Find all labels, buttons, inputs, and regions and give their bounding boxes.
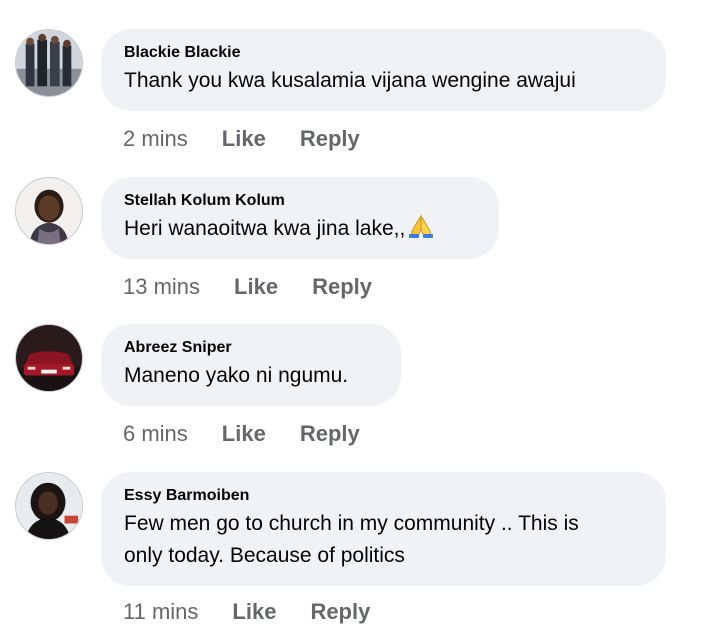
- reply-button[interactable]: Reply: [300, 125, 360, 153]
- comment-author[interactable]: Essy Barmoiben: [124, 486, 643, 506]
- avatar-photo-car: [16, 325, 82, 391]
- comment-bubble: Stellah Kolum Kolum Heri wanaoitwa kwa j…: [101, 177, 499, 259]
- like-button[interactable]: Like: [222, 125, 266, 153]
- like-button[interactable]: Like: [234, 273, 278, 301]
- avatar-photo-group: [16, 30, 82, 96]
- comment-timestamp[interactable]: 13 mins: [123, 273, 200, 301]
- avatar[interactable]: [15, 177, 83, 245]
- avatar-photo-woman: [16, 178, 82, 244]
- avatar-photo-woman: [16, 473, 82, 539]
- avatar[interactable]: [15, 472, 83, 540]
- comment-actions: 13 mins Like Reply: [123, 273, 372, 301]
- like-button[interactable]: Like: [222, 420, 266, 448]
- comment-bubble: Abreez Sniper Maneno yako ni ngumu.: [101, 324, 401, 406]
- reply-button[interactable]: Reply: [312, 273, 372, 301]
- comment-text: Heri wanaoitwa kwa jina lake,,: [124, 213, 476, 245]
- reply-button[interactable]: Reply: [300, 420, 360, 448]
- comment-text-content: Heri wanaoitwa kwa jina lake,,: [124, 217, 406, 240]
- comment-text: Maneno yako ni ngumu.: [124, 364, 349, 387]
- avatar[interactable]: [15, 29, 83, 97]
- comment-text-line: only today. Because of politics: [124, 544, 405, 567]
- comment-actions: 6 mins Like Reply: [123, 420, 360, 448]
- comment-author[interactable]: Blackie Blackie: [124, 43, 643, 63]
- comment-text-line: Few men go to church in my community .. …: [124, 512, 579, 535]
- comment-bubble: Blackie Blackie Thank you kwa kusalamia …: [101, 29, 666, 111]
- comment-actions: 2 mins Like Reply: [123, 125, 360, 153]
- folded-hands-emoji-icon: [407, 213, 435, 239]
- like-button[interactable]: Like: [232, 598, 276, 626]
- comment-author[interactable]: Stellah Kolum Kolum: [124, 191, 476, 211]
- comment-actions: 11 mins Like Reply: [123, 598, 370, 626]
- avatar[interactable]: [15, 324, 83, 392]
- comment-timestamp[interactable]: 11 mins: [123, 598, 198, 626]
- comment-text: Thank you kwa kusalamia vijana wengine a…: [124, 69, 576, 92]
- comment-bubble: Essy Barmoiben Few men go to church in m…: [101, 472, 666, 586]
- comment-author[interactable]: Abreez Sniper: [124, 338, 378, 358]
- comment-timestamp[interactable]: 2 mins: [123, 125, 188, 153]
- comment-timestamp[interactable]: 6 mins: [123, 420, 188, 448]
- reply-button[interactable]: Reply: [310, 598, 370, 626]
